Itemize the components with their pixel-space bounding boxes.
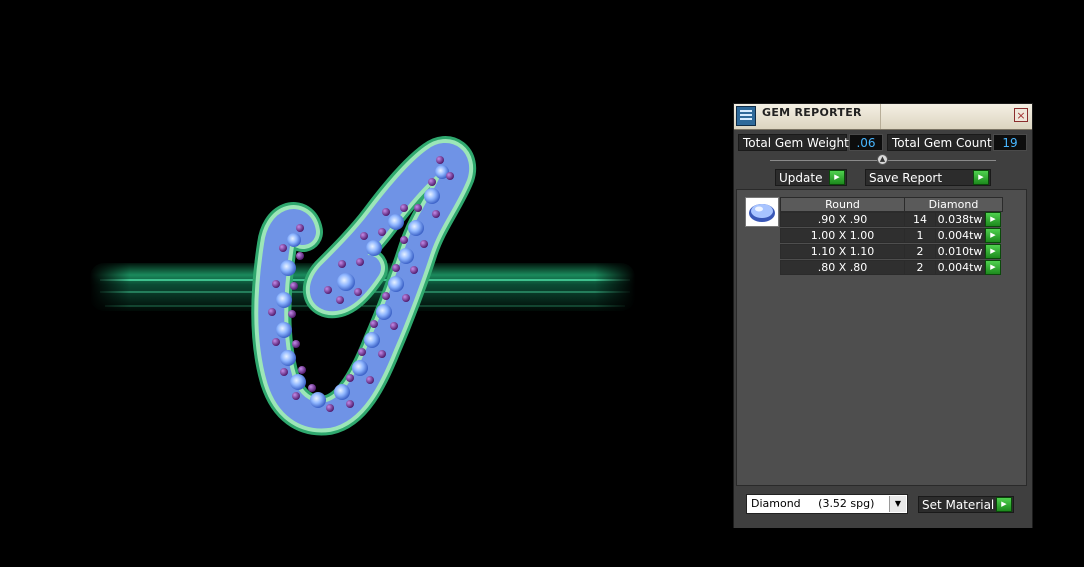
table-row-weight: 0.004tw xyxy=(935,228,985,243)
play-arrow-icon[interactable]: ▶ xyxy=(985,228,1001,243)
table-row-size: 1.00 X 1.00 xyxy=(780,228,905,243)
panel-title: GEM REPORTER xyxy=(762,106,862,119)
update-button-label: Update xyxy=(779,171,823,185)
column-header-round: Round xyxy=(780,197,905,212)
play-arrow-icon[interactable]: ▶ xyxy=(985,244,1001,259)
material-bar: Diamond (3.52 spg) ▼ Set Material ▶ xyxy=(734,488,1032,528)
play-arrow-icon[interactable]: ▶ xyxy=(829,170,845,185)
round-gem-icon[interactable] xyxy=(745,197,779,227)
table-row-count: 2 xyxy=(904,260,936,275)
save-report-button-label: Save Report xyxy=(869,171,943,185)
update-button[interactable]: Update ▶ xyxy=(775,169,847,186)
panel-titlebar[interactable]: GEM REPORTER × xyxy=(734,104,1032,130)
play-arrow-icon[interactable]: ▶ xyxy=(996,497,1012,512)
ring-render xyxy=(90,136,635,436)
material-select[interactable]: Diamond (3.52 spg) ▼ xyxy=(746,494,908,514)
table-row-count: 2 xyxy=(904,244,936,259)
gem-reporter-panel: GEM REPORTER × Total Gem Weight .06 Tota… xyxy=(733,103,1033,528)
table-row-weight: 0.010tw xyxy=(935,244,985,259)
table-row-count: 1 xyxy=(904,228,936,243)
table-row-weight: 0.004tw xyxy=(935,260,985,275)
gem-report-list: Round Diamond .90 X .90 14 0.038tw ▶ 1.0… xyxy=(736,189,1027,486)
play-arrow-icon[interactable]: ▶ xyxy=(985,260,1001,275)
play-arrow-icon[interactable]: ▶ xyxy=(985,212,1001,227)
play-arrow-icon[interactable]: ▶ xyxy=(973,170,989,185)
material-select-value: Diamond (3.52 spg) xyxy=(751,497,875,510)
collapse-toggle[interactable]: ▲ xyxy=(877,154,888,165)
set-material-button-label: Set Material xyxy=(922,498,995,512)
chevron-down-icon[interactable]: ▼ xyxy=(889,496,906,512)
set-material-button[interactable]: Set Material ▶ xyxy=(918,496,1014,513)
table-row-size: .90 X .90 xyxy=(780,212,905,227)
total-gem-weight-value: .06 xyxy=(849,134,883,151)
table-row-size: .80 X .80 xyxy=(780,260,905,275)
title-separator xyxy=(880,104,881,129)
close-icon[interactable]: × xyxy=(1014,108,1028,122)
save-report-button[interactable]: Save Report ▶ xyxy=(865,169,991,186)
table-row-weight: 0.038tw xyxy=(935,212,985,227)
total-gem-weight-label: Total Gem Weight xyxy=(738,134,849,151)
table-row-count: 14 xyxy=(904,212,936,227)
table-row-size: 1.10 X 1.10 xyxy=(780,244,905,259)
gem-reporter-icon xyxy=(736,106,756,126)
3d-viewport[interactable] xyxy=(0,0,720,563)
total-gem-count-label: Total Gem Count xyxy=(887,134,992,151)
total-gem-count-value: 19 xyxy=(993,134,1027,151)
column-header-diamond: Diamond xyxy=(904,197,1003,212)
